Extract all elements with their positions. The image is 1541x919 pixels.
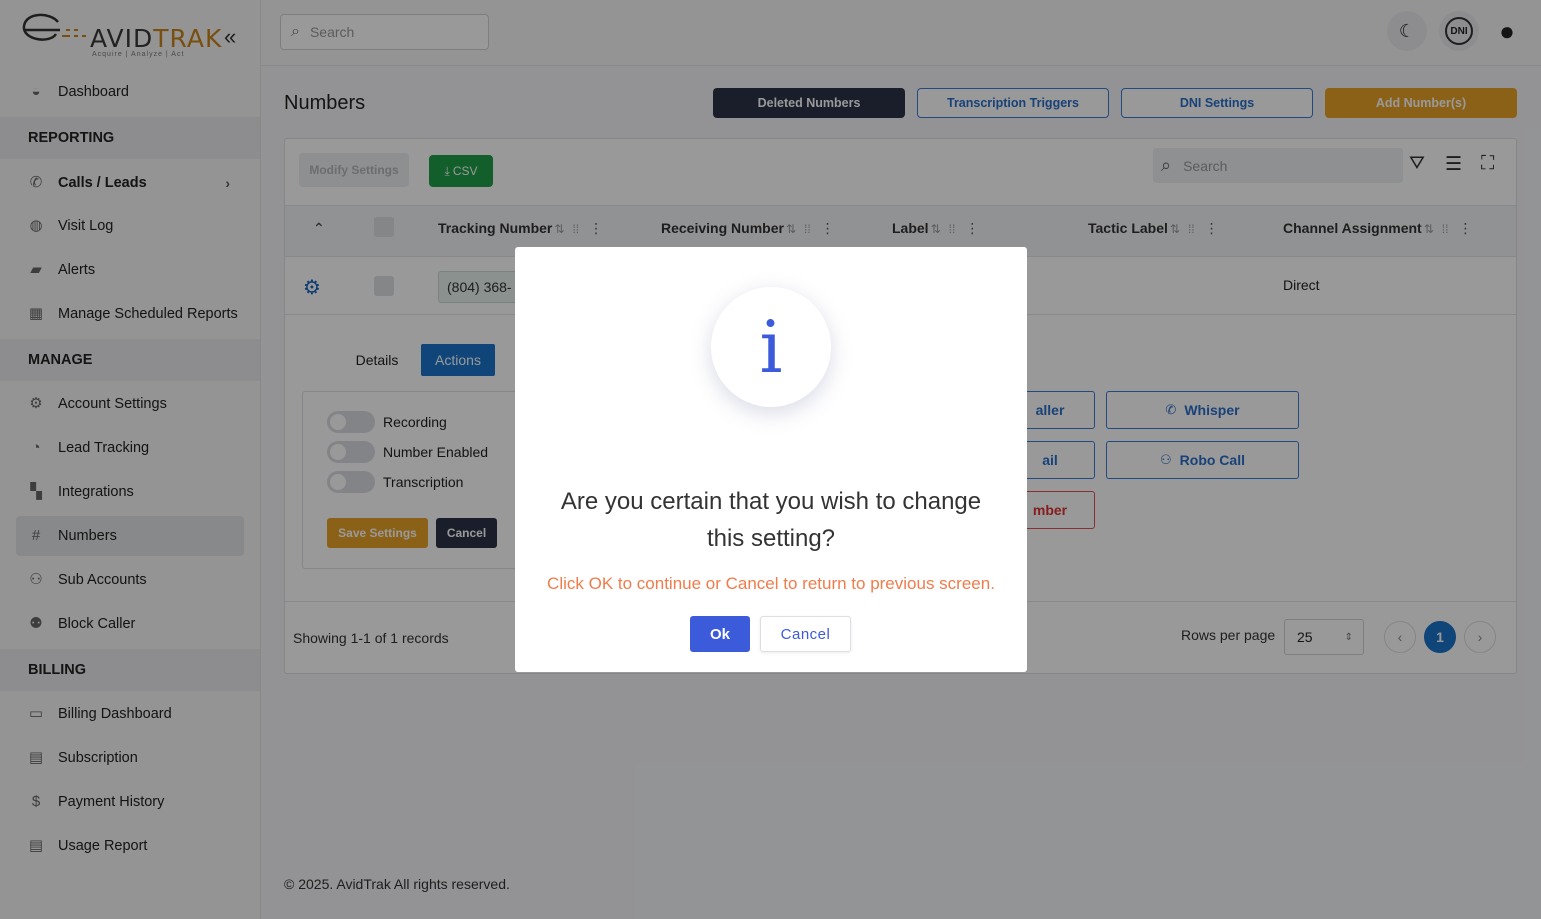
cancel-button[interactable]: Cancel xyxy=(760,616,851,652)
dialog-title: Are you certain that you wish to change … xyxy=(560,488,982,552)
dialog-message: Click OK to continue or Cancel to return… xyxy=(547,574,995,593)
confirm-dialog: i Are you certain that you wish to chang… xyxy=(515,247,1027,672)
info-icon: i xyxy=(711,287,831,407)
ok-button[interactable]: Ok xyxy=(690,616,750,652)
